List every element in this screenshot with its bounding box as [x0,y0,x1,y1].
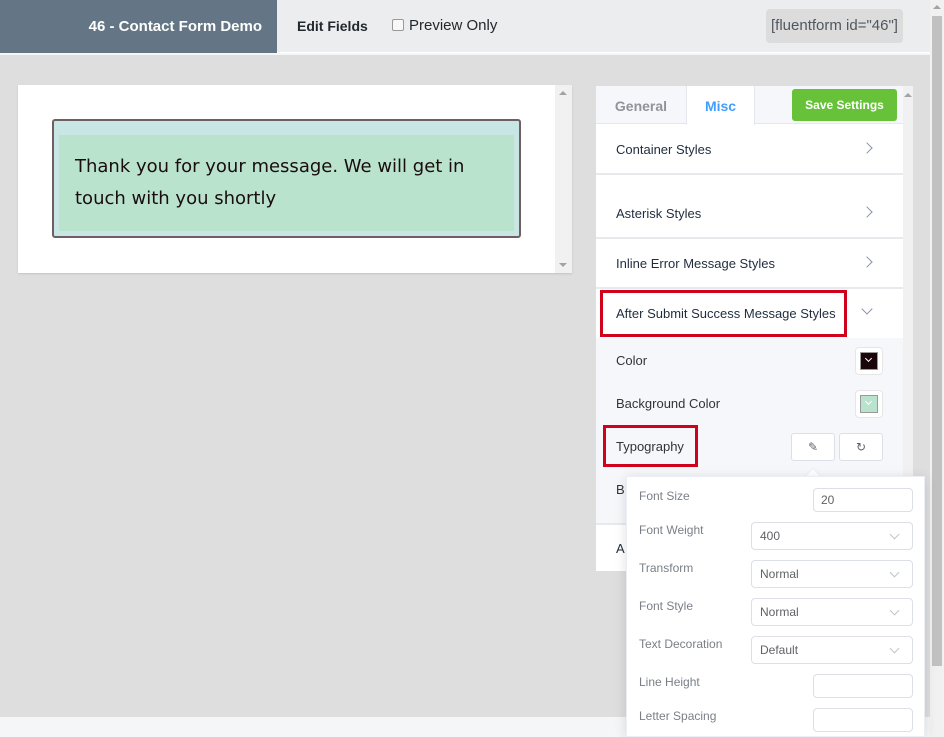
form-preview-panel: Thank you for your message. We will get … [18,85,572,273]
border-label: B [616,482,625,497]
letter-spacing-input[interactable] [813,708,913,732]
reset-icon: ↻ [855,440,867,454]
edit-typography-button[interactable]: ✎ [791,433,835,461]
section-label: Container Styles [616,142,712,157]
chevron-down-icon [889,643,900,654]
font-weight-select[interactable]: 400 [751,522,913,550]
preview-only-label: Preview Only [409,17,498,34]
section-inline-error-styles[interactable]: Inline Error Message Styles [596,239,903,289]
transform-select[interactable]: Normal [751,560,913,588]
success-message-container: Thank you for your message. We will get … [52,119,521,238]
chevron-right-icon [861,206,873,218]
chevron-down-icon [861,303,873,315]
pencil-icon: ✎ [807,440,819,454]
section-container-styles[interactable]: Container Styles [596,125,903,175]
highlight-annotation [603,425,698,467]
chevron-down-icon [864,354,873,363]
background-swatch [860,395,878,413]
section-asterisk-styles[interactable]: Asterisk Styles [596,189,903,239]
scrollbar-thumb[interactable] [932,16,942,666]
chevron-down-icon [889,529,900,540]
text-decoration-label: Text Decoration [639,637,723,651]
transform-value: Normal [760,567,799,581]
shortcode-badge[interactable]: [fluentform id="46"] [766,9,903,43]
font-weight-label: Font Weight [639,523,704,537]
background-color-label: Background Color [616,396,721,411]
color-swatch [860,352,878,370]
reset-typography-button[interactable]: ↻ [839,433,883,461]
preview-scrollbar[interactable] [555,85,572,273]
font-size-label: Font Size [639,489,690,503]
tab-general[interactable]: General [596,86,686,125]
top-header: 46 - Contact Form Demo Edit Fields Previ… [0,0,930,53]
font-weight-value: 400 [760,529,781,543]
font-style-value: Normal [760,605,799,619]
form-title: 46 - Contact Form Demo [0,0,277,53]
text-decoration-select[interactable]: Default [751,636,913,664]
color-label: Color [616,353,648,368]
success-message: Thank you for your message. We will get … [59,135,514,231]
section-label: Inline Error Message Styles [616,256,775,271]
text-decoration-value: Default [760,643,799,657]
font-style-select[interactable]: Normal [751,598,913,626]
background-color-picker[interactable] [855,390,883,418]
chevron-right-icon [861,142,873,154]
letter-spacing-label: Letter Spacing [639,709,717,723]
chevron-down-icon [889,567,900,578]
line-height-input[interactable] [813,674,913,698]
font-style-label: Font Style [639,599,694,613]
color-picker[interactable] [855,347,883,375]
page-scrollbar[interactable] [930,0,944,737]
scroll-up-icon[interactable] [904,93,912,97]
preview-only-toggle[interactable]: Preview Only [392,17,497,34]
highlight-annotation [600,290,847,337]
line-height-label: Line Height [639,675,700,689]
save-settings-button[interactable]: Save Settings [792,89,897,121]
scroll-down-icon[interactable] [559,263,567,267]
tab-misc[interactable]: Misc [686,86,755,125]
transform-label: Transform [639,561,694,575]
scroll-up-icon[interactable] [559,91,567,95]
preview-only-checkbox[interactable] [392,18,404,31]
font-size-input[interactable]: 20 [813,488,913,512]
settings-tabs: General Misc Save Settings [596,86,903,125]
edit-fields-link[interactable]: Edit Fields [297,0,368,53]
chevron-down-icon [889,605,900,616]
scroll-up-icon[interactable] [933,5,941,9]
section-label: Asterisk Styles [616,206,702,221]
chevron-down-icon [864,397,873,406]
typography-popover: Font Size 20 Font Weight 400 Transform N… [626,476,925,737]
section-label: A [616,541,625,556]
chevron-right-icon [861,256,873,268]
